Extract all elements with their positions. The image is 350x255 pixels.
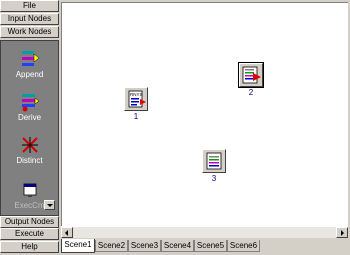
canvas-node[interactable]: 2 (238, 62, 264, 97)
toolbox-scroll-button[interactable] (44, 200, 55, 210)
node-label: 2 (248, 88, 254, 97)
node-label: 1 (133, 112, 139, 121)
node-label: 3 (211, 174, 217, 183)
help-panel-button[interactable]: Help (0, 241, 59, 253)
tab-scene4[interactable]: Scene4 (161, 240, 194, 252)
append-tool[interactable]: Append (1, 49, 58, 79)
app-window: File Input Nodes Work Nodes Append Deriv… (0, 0, 350, 255)
input-nodes-panel-button[interactable]: Input Nodes (0, 13, 59, 25)
work-nodes-panel-button[interactable]: Work Nodes (0, 26, 59, 38)
tab-scene3[interactable]: Scene3 (128, 240, 161, 252)
file-panel-button[interactable]: File (0, 0, 59, 12)
tab-scene1[interactable]: Scene1 (61, 239, 95, 253)
horizontal-scrollbar[interactable] (61, 226, 348, 238)
derive-icon (21, 94, 39, 112)
tab-scene6[interactable]: Scene6 (227, 240, 260, 252)
canvas-node[interactable]: 3 (202, 149, 226, 183)
canvas-node[interactable]: RNYS 1 (124, 87, 148, 121)
tab-scene5[interactable]: Scene5 (194, 240, 227, 252)
append-icon (21, 51, 39, 66)
read-node-icon: RNYS (124, 87, 148, 111)
distinct-icon (21, 137, 38, 153)
distinct-tool-label: Distinct (16, 156, 43, 165)
scroll-right-button[interactable] (336, 227, 348, 238)
sidebar: File Input Nodes Work Nodes Append Deriv… (0, 0, 59, 255)
append-tool-label: Append (15, 70, 44, 79)
derive-tool[interactable]: Derive (1, 92, 58, 122)
work-nodes-toolbox: Append Derive Distinct ExecCm (0, 40, 59, 216)
svg-text:RNYS: RNYS (130, 92, 143, 97)
scroll-left-button[interactable] (61, 227, 73, 238)
execcmd-icon (23, 183, 36, 197)
document-node-icon (202, 149, 226, 173)
distinct-tool[interactable]: Distinct (1, 135, 58, 165)
derive-tool-label: Derive (17, 113, 42, 122)
execute-panel-button[interactable]: Execute (0, 228, 59, 240)
output-nodes-panel-button[interactable]: Output Nodes (0, 216, 59, 228)
scene-canvas[interactable]: RNYS 1 2 3 (61, 2, 348, 226)
write-node-icon (238, 62, 264, 88)
tab-scene2[interactable]: Scene2 (95, 240, 128, 252)
